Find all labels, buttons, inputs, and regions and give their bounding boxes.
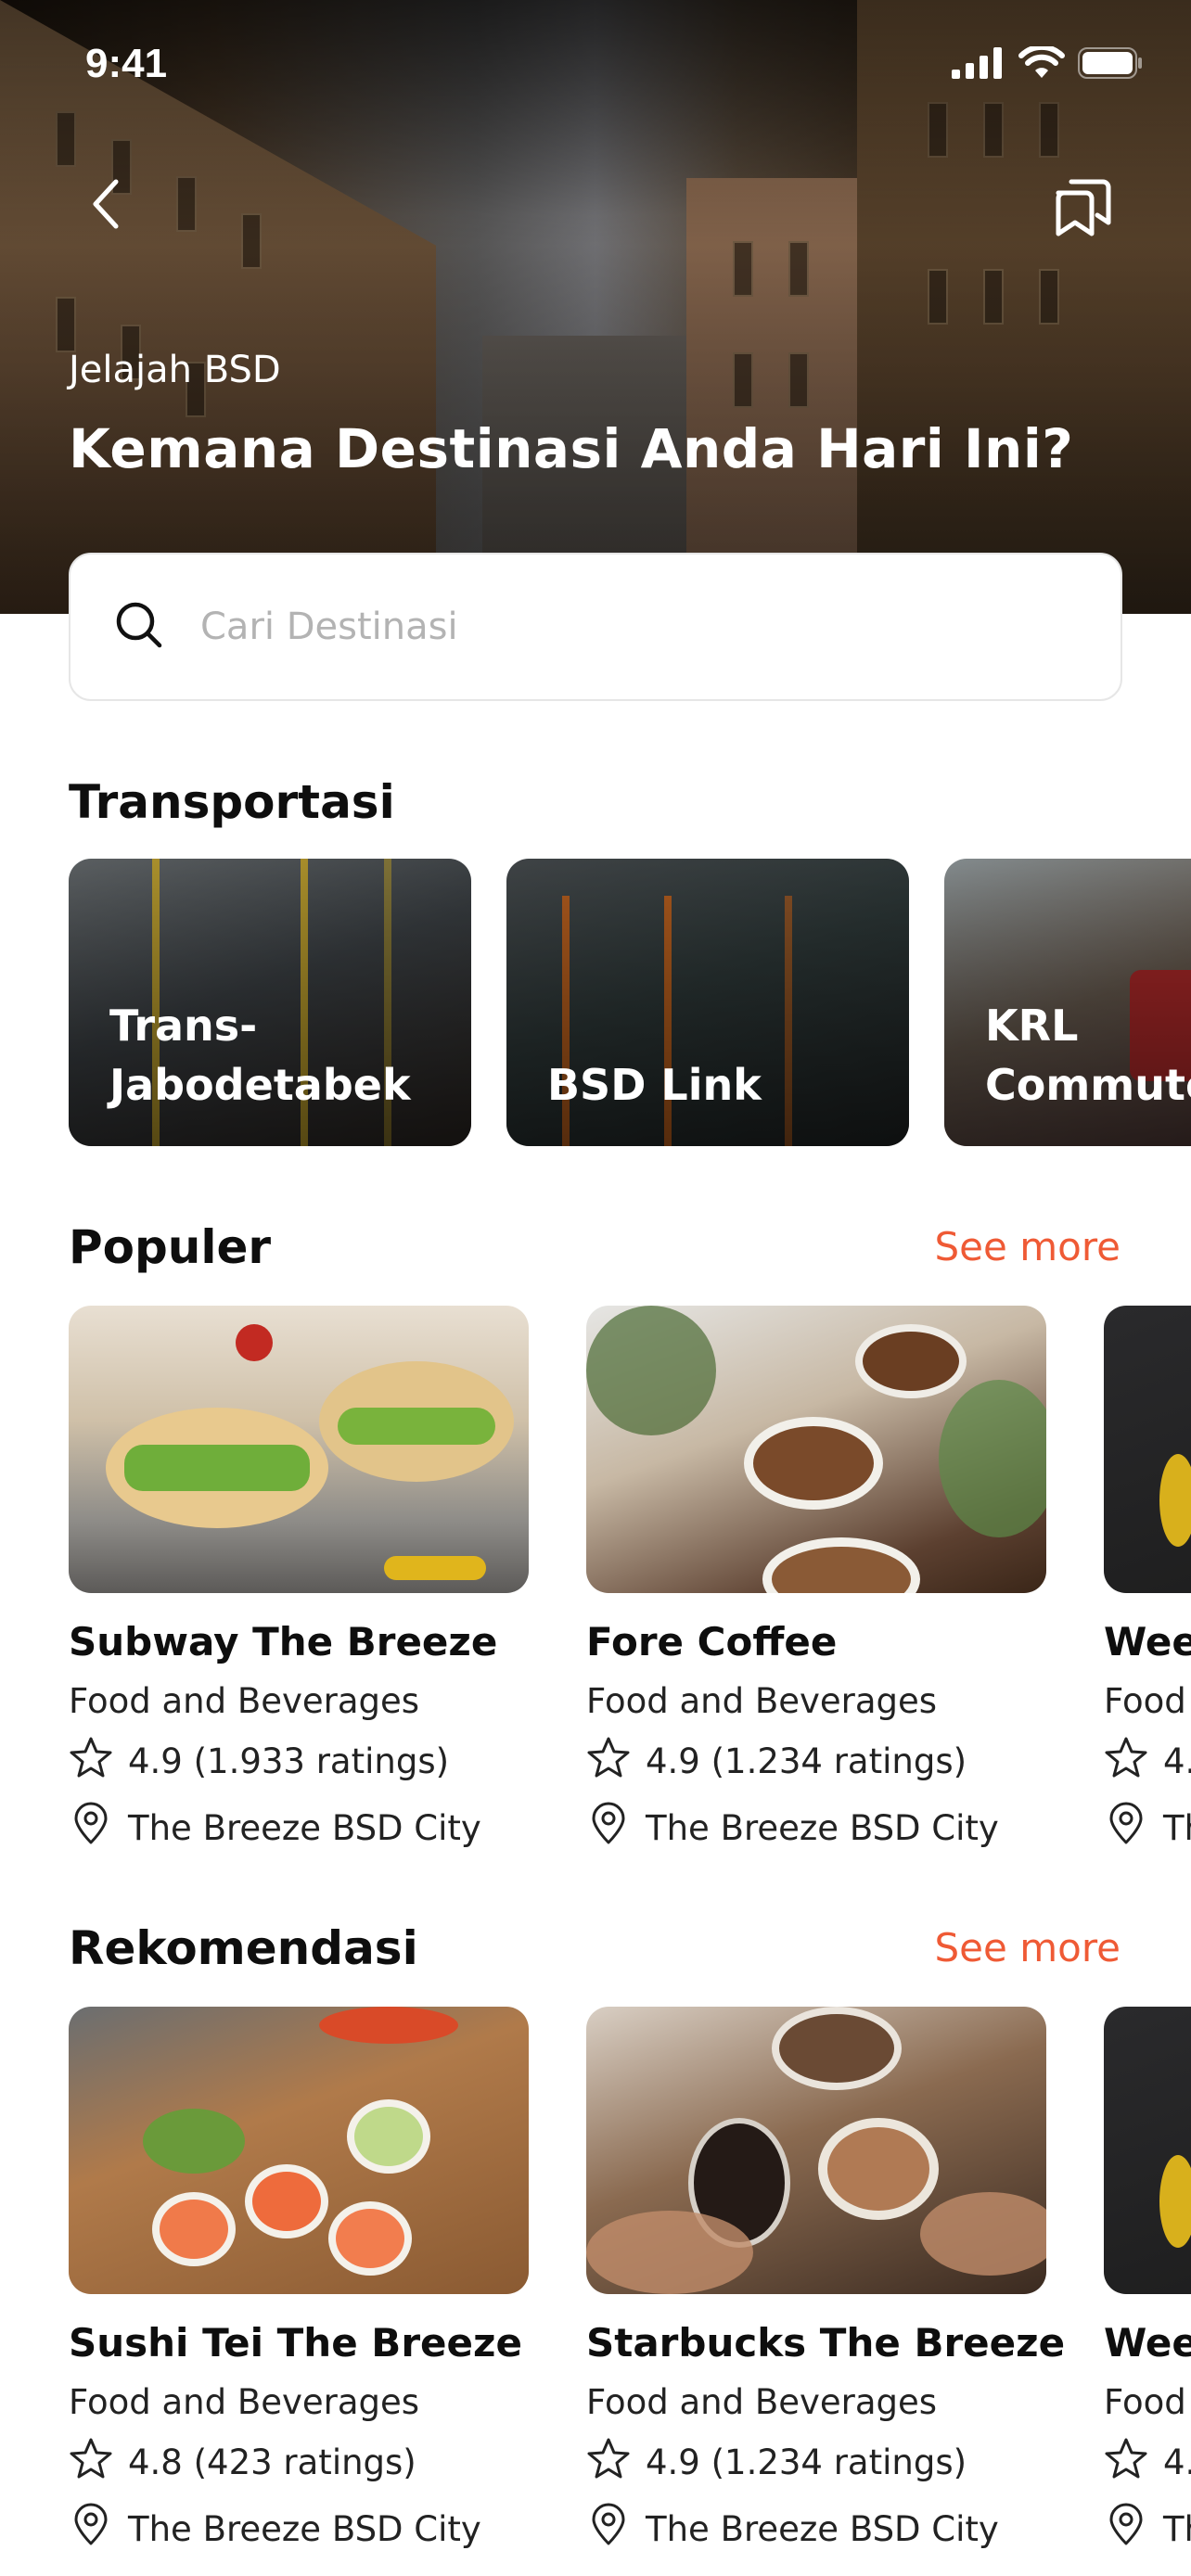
place-image xyxy=(1104,2007,1191,2294)
place-location: Th xyxy=(1163,1808,1191,1848)
place-location-row: The Breeze BSD City xyxy=(586,2503,1046,2556)
place-rating: 4.9 (1.933 ratings) xyxy=(128,1741,450,1781)
transport-card-bsd-link[interactable]: BSD Link xyxy=(506,859,909,1146)
hero-overlay xyxy=(0,0,1191,614)
star-icon xyxy=(69,2437,113,2488)
place-location: Th xyxy=(1163,2509,1191,2549)
hero-title: Kemana Destinasi Anda Hari Ini? xyxy=(69,417,1074,480)
place-category: Food and Beverages xyxy=(69,2382,420,2422)
place-location-row: Th xyxy=(1104,2503,1191,2556)
star-icon xyxy=(586,2437,631,2488)
place-rating-row: 4. xyxy=(1104,1736,1191,1787)
search-input[interactable] xyxy=(200,606,1035,648)
bookmark-button[interactable] xyxy=(1046,172,1117,243)
place-image xyxy=(586,2007,1046,2294)
star-icon xyxy=(1104,1736,1148,1787)
back-button[interactable] xyxy=(80,176,132,236)
location-pin-icon xyxy=(586,1802,631,1855)
place-rating: 4.9 (1.234 ratings) xyxy=(646,2442,967,2482)
place-location: The Breeze BSD City xyxy=(646,1808,999,1848)
popular-section-title: Populer xyxy=(69,1220,272,1274)
bookmark-icon xyxy=(1049,174,1114,241)
place-name: Wee xyxy=(1104,1619,1191,1664)
star-icon xyxy=(1104,2437,1148,2488)
place-location-row: The Breeze BSD City xyxy=(69,2503,529,2556)
place-rating-row: 4.9 (1.933 ratings) xyxy=(69,1736,529,1787)
place-rating: 4. xyxy=(1163,2442,1191,2482)
popular-list: Subway The Breeze Food and Beverages 4.9… xyxy=(69,1306,1191,1855)
place-location: The Breeze BSD City xyxy=(128,2509,481,2549)
recommend-list: Sushi Tei The Breeze Food and Beverages … xyxy=(69,2007,1191,2556)
recommend-section-title: Rekomendasi xyxy=(69,1921,418,1975)
place-rating: 4.9 (1.234 ratings) xyxy=(646,1741,967,1781)
location-pin-icon xyxy=(1104,1802,1148,1855)
location-pin-icon xyxy=(69,1802,113,1855)
place-category: Food xyxy=(1104,1681,1186,1721)
place-image xyxy=(586,1306,1046,1593)
hero-banner: 9:41 Jelajah BSD Kemana Destinasi Anda H… xyxy=(0,0,1191,614)
wifi-icon xyxy=(1018,44,1065,83)
place-location-row: The Breeze BSD City xyxy=(69,1802,529,1855)
place-category: Food and Beverages xyxy=(69,1681,420,1721)
place-location-row: The Breeze BSD City xyxy=(586,1802,1046,1855)
transport-list: Trans- Jabodetabek BSD Link KRL Commuter xyxy=(69,859,1191,1146)
place-card[interactable]: Wee Food 4. Th xyxy=(1104,1306,1191,1855)
place-rating-row: 4. xyxy=(1104,2437,1191,2488)
place-name: Starbucks The Breeze xyxy=(586,2320,1066,2366)
place-card[interactable]: Fore Coffee Food and Beverages 4.9 (1.23… xyxy=(586,1306,1046,1855)
place-category: Food xyxy=(1104,2382,1186,2422)
signal-icon xyxy=(952,47,1005,83)
transport-section-title: Transportasi xyxy=(69,775,395,829)
location-pin-icon xyxy=(1104,2503,1148,2556)
transport-label: KRL Commuter xyxy=(985,1001,1191,1110)
transport-label: BSD Link xyxy=(547,1060,762,1110)
place-location: The Breeze BSD City xyxy=(646,2509,999,2549)
hero-eyebrow: Jelajah BSD xyxy=(69,349,281,391)
place-location: The Breeze BSD City xyxy=(128,1808,481,1848)
status-icons xyxy=(952,44,1143,83)
transport-card-krl-commuter[interactable]: KRL Commuter xyxy=(944,859,1191,1146)
star-icon xyxy=(586,1736,631,1787)
back-arrow-icon xyxy=(90,178,122,234)
place-category: Food and Beverages xyxy=(586,1681,938,1721)
place-rating-row: 4.8 (423 ratings) xyxy=(69,2437,529,2488)
place-image xyxy=(1104,1306,1191,1593)
battery-icon xyxy=(1078,47,1143,83)
place-card[interactable]: Sushi Tei The Breeze Food and Beverages … xyxy=(69,2007,529,2556)
place-image xyxy=(69,2007,529,2294)
place-category: Food and Beverages xyxy=(586,2382,938,2422)
recommend-see-more-link[interactable]: See more xyxy=(935,1925,1121,1970)
status-time: 9:41 xyxy=(85,41,168,86)
search-icon xyxy=(115,601,163,653)
search-bar[interactable] xyxy=(69,553,1122,701)
place-rating-row: 4.9 (1.234 ratings) xyxy=(586,1736,1046,1787)
place-card[interactable]: Subway The Breeze Food and Beverages 4.9… xyxy=(69,1306,529,1855)
place-image xyxy=(69,1306,529,1593)
place-location-row: Th xyxy=(1104,1802,1191,1855)
place-card[interactable]: Wee Food 4. Th xyxy=(1104,2007,1191,2556)
transport-label: Trans- Jabodetabek xyxy=(109,1001,411,1110)
location-pin-icon xyxy=(586,2503,631,2556)
popular-see-more-link[interactable]: See more xyxy=(935,1224,1121,1269)
place-rating-row: 4.9 (1.234 ratings) xyxy=(586,2437,1046,2488)
place-rating: 4.8 (423 ratings) xyxy=(128,2442,416,2482)
place-card[interactable]: Starbucks The Breeze Food and Beverages … xyxy=(586,2007,1066,2556)
place-name: Sushi Tei The Breeze xyxy=(69,2320,522,2366)
place-name: Wee xyxy=(1104,2320,1191,2366)
place-rating: 4. xyxy=(1163,1741,1191,1781)
star-icon xyxy=(69,1736,113,1787)
transport-card-transjabodetabek[interactable]: Trans- Jabodetabek xyxy=(69,859,471,1146)
screen: 9:41 Jelajah BSD Kemana Destinasi Anda H… xyxy=(0,0,1191,2576)
location-pin-icon xyxy=(69,2503,113,2556)
place-name: Subway The Breeze xyxy=(69,1619,498,1664)
place-name: Fore Coffee xyxy=(586,1619,838,1664)
